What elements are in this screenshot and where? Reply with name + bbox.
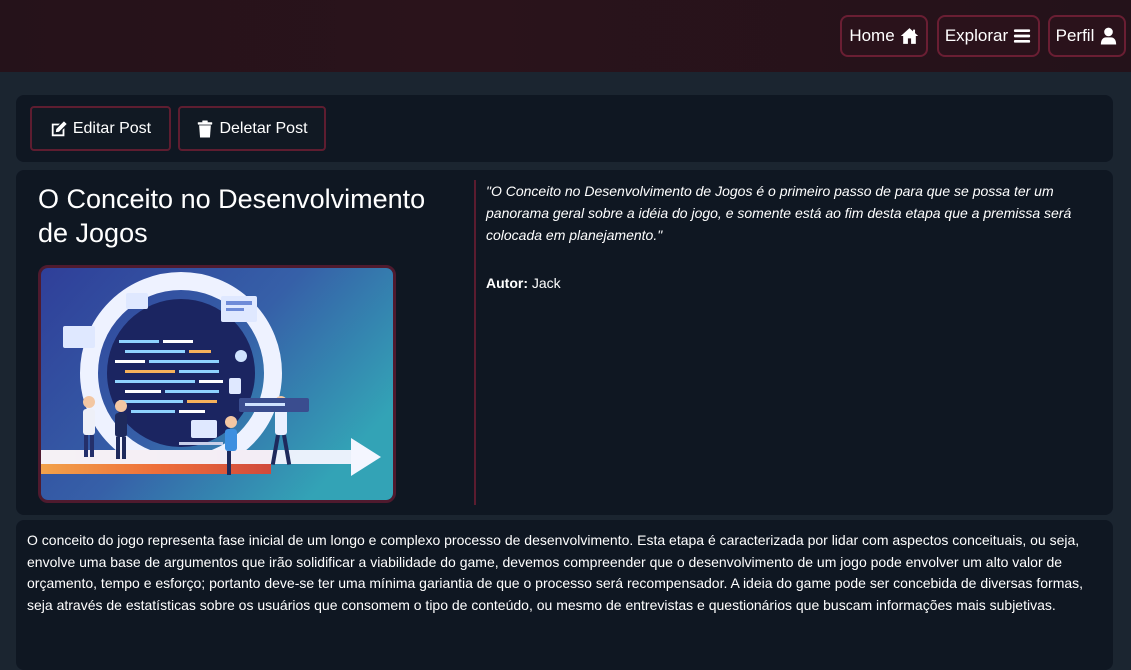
home-icon <box>900 28 918 44</box>
edit-post-label: Editar Post <box>72 119 152 137</box>
user-icon <box>1101 27 1117 45</box>
nav-home-button[interactable]: Home <box>840 15 928 57</box>
delete-post-label: Deletar Post <box>219 119 308 137</box>
menu-icon <box>1014 29 1031 43</box>
nav-perfil-label: Perfil <box>1055 26 1095 45</box>
post-hero-illustration <box>38 265 396 503</box>
game-development-illustration <box>41 268 393 500</box>
edit-post-button[interactable]: Editar Post <box>30 106 171 151</box>
trash-icon <box>198 119 213 138</box>
header-divider <box>474 180 476 505</box>
post-quote: "O Conceito no Desenvolvimento de Jogos … <box>486 183 1072 243</box>
edit-icon <box>51 120 67 136</box>
nav-explorar-button[interactable]: Explorar <box>937 15 1040 57</box>
post-author: Autor: Jack <box>486 275 561 291</box>
post-header-panel: O Conceito no Desenvolvimento de Jogos "… <box>16 170 1113 515</box>
nav-perfil-button[interactable]: Perfil <box>1048 15 1126 57</box>
top-navbar: Home Explorar Perfil <box>0 0 1131 72</box>
post-body-panel: O conceito do jogo representa fase inici… <box>16 520 1113 670</box>
nav-home-label: Home <box>849 26 895 45</box>
post-title: O Conceito no Desenvolvimento de Jogos <box>38 184 426 248</box>
post-body-text: O conceito do jogo representa fase inici… <box>27 532 1084 613</box>
delete-post-button[interactable]: Deletar Post <box>178 106 326 151</box>
author-name: Jack <box>531 275 561 291</box>
author-label: Autor: <box>486 275 528 291</box>
post-actions-panel: Editar Post Deletar Post <box>16 95 1113 162</box>
nav-explorar-label: Explorar <box>944 26 1009 45</box>
